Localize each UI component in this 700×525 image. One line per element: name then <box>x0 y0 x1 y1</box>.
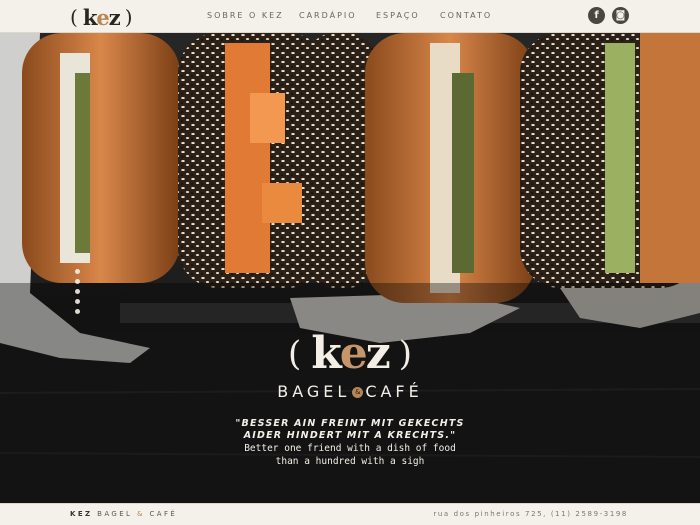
footer-brand-amp: & <box>136 510 145 518</box>
site-header: ( kez ) SOBRE O KEZ CARDÁPIO ESPAÇO CONT… <box>0 0 700 33</box>
slide-dot[interactable] <box>75 269 80 274</box>
hero-tagline: BAGEL & CAFÉ <box>0 382 700 401</box>
footer-address: rua dos pinheiros 725, (11) 2589-3198 <box>433 510 628 518</box>
main-nav: SOBRE O KEZ CARDÁPIO ESPAÇO CONTATO <box>207 11 492 20</box>
hero-logo-close-paren: ) <box>398 334 413 374</box>
slide-dot[interactable] <box>75 309 80 314</box>
logo-letter-z: z <box>108 4 121 30</box>
kez-logo[interactable]: ( kez ) <box>70 4 133 30</box>
footer-brand: KEZ BAGEL & CAFÉ <box>70 510 177 518</box>
logo-open-paren: ( <box>70 5 78 29</box>
hero-logo-open-paren: ( <box>287 334 302 374</box>
tagline-cafe: CAFÉ <box>365 382 423 401</box>
hero-logo-letter-k: k <box>311 328 341 379</box>
slide-dot[interactable] <box>75 279 80 284</box>
tagline-ampersand: & <box>352 387 364 398</box>
logo-wordmark: kez <box>82 4 121 30</box>
logo-letter-e: e <box>96 4 109 30</box>
slide-dot[interactable] <box>75 299 80 304</box>
hero-logo: ( kez ) <box>0 327 700 381</box>
slide-indicator <box>75 269 80 314</box>
hero-quote: "BESSER AIN FREINT MIT GEKECHTS AIDER HI… <box>0 418 700 468</box>
hero-logo-letter-e: e <box>339 328 368 379</box>
instagram-icon[interactable]: ◙ <box>612 7 629 24</box>
facebook-icon[interactable]: f <box>588 7 605 24</box>
footer-brand-cafe: CAFÉ <box>149 510 178 518</box>
quote-yiddish-line-2: AIDER HINDERT MIT A KRECHTS." <box>243 430 457 441</box>
quote-english-line-2: than a hundred with a sigh <box>275 456 425 467</box>
site-footer: KEZ BAGEL & CAFÉ rua dos pinheiros 725, … <box>0 503 700 525</box>
quote-yiddish-line-1: "BESSER AIN FREINT MIT GEKECHTS <box>235 418 465 429</box>
logo-letter-k: k <box>82 4 98 30</box>
hero-logo-letter-z: z <box>365 328 391 379</box>
nav-espaco[interactable]: ESPAÇO <box>376 11 440 20</box>
quote-english-line-1: Better one friend with a dish of food <box>244 443 456 454</box>
logo-close-paren: ) <box>124 5 133 29</box>
nav-cardapio[interactable]: CARDÁPIO <box>299 11 376 20</box>
nav-sobre-o-kez[interactable]: SOBRE O KEZ <box>207 11 299 20</box>
nav-contato[interactable]: CONTATO <box>440 11 492 20</box>
footer-brand-bagel: BAGEL <box>97 510 133 518</box>
tagline-bagel: BAGEL <box>277 382 351 401</box>
slide-dot[interactable] <box>75 289 80 294</box>
footer-brand-kez: KEZ <box>70 510 93 518</box>
hero-logo-wordmark: kez <box>311 327 391 381</box>
